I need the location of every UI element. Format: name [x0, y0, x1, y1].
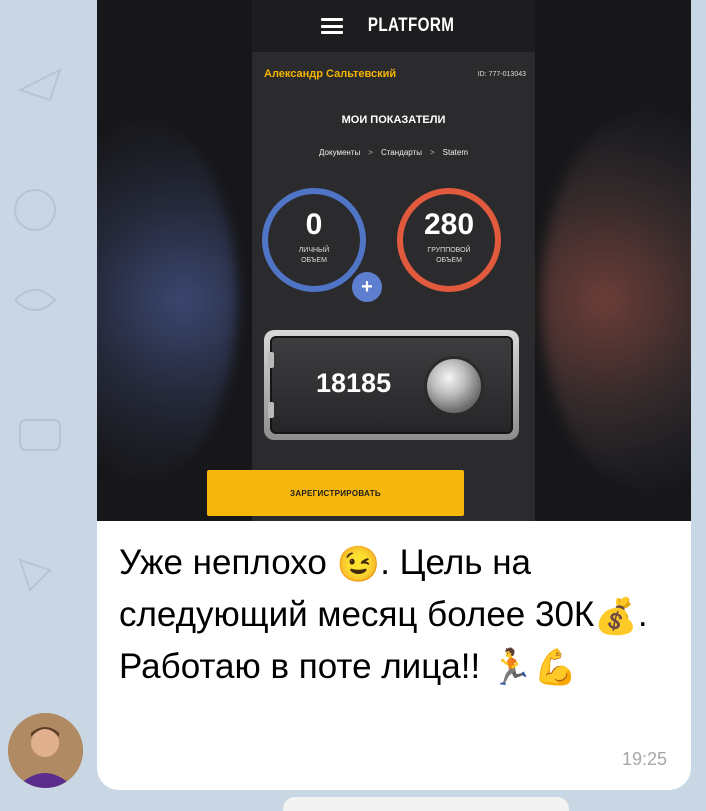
user-id: ID: 777-013043 [477, 70, 526, 78]
plus-icon: + [348, 268, 386, 306]
safe-door: 18185 [268, 336, 513, 434]
chevron-right-icon: > [368, 148, 373, 157]
group-volume-label-2: ОБЪЕМ [436, 257, 462, 264]
photo-blur-left [97, 120, 237, 480]
personal-volume-label-2: ОБЪЕМ [301, 257, 327, 264]
next-message-edge [283, 797, 569, 811]
group-volume-value: 280 [423, 208, 475, 241]
safe-hinge-bottom [268, 402, 274, 418]
photo-blur-right [541, 110, 691, 490]
avatar[interactable] [8, 713, 83, 788]
message-bubble: PLATFORM Александр Сальтевский ID: 777-0… [97, 0, 691, 790]
personal-volume-label-1: ЛИЧНЫЙ [298, 247, 330, 254]
money-bag-icon: 💰 [594, 596, 638, 636]
safe-widget: 18185 [264, 330, 519, 440]
group-volume-circle: 280 ГРУППОВОЙ ОБЪЕМ [397, 188, 501, 292]
flexed-biceps-icon: 💪 [533, 648, 578, 688]
message-timestamp: 19:25 [621, 749, 667, 769]
breadcrumb: Документы > Стандарты > Statem [252, 148, 535, 157]
tab-statements: Statem [442, 148, 468, 157]
phone-screenshot: PLATFORM Александр Сальтевский ID: 777-0… [252, 0, 535, 521]
section-title: МОИ ПОКАЗАТЕЛИ [341, 114, 446, 126]
app-topbar: PLATFORM [252, 0, 535, 52]
avatar-portrait [8, 713, 83, 788]
user-row: Александр Сальтевский ID: 777-013043 [264, 68, 526, 80]
group-volume-label-1: ГРУППОВОЙ [427, 247, 471, 254]
safe-hinge-top [268, 352, 274, 368]
message-text: Уже неплохо 😉. Цель на следующий месяц б… [119, 538, 679, 693]
user-name: Александр Сальтевский [264, 68, 397, 80]
tab-documents: Документы [319, 148, 361, 157]
vault-dial-icon [424, 356, 484, 416]
attached-photo[interactable]: PLATFORM Александр Сальтевский ID: 777-0… [97, 0, 691, 521]
chevron-right-icon: > [429, 148, 435, 157]
register-button: ЗАРЕГИСТРИРОВАТЬ [207, 470, 464, 516]
hamburger-icon [321, 18, 344, 34]
running-person-icon: 🏃 [489, 648, 534, 688]
message-text-part-1: Уже неплохо [119, 543, 337, 582]
personal-volume-value: 0 [305, 208, 323, 241]
tab-standards: Стандарты [380, 148, 422, 157]
winking-face-icon: 😉 [336, 544, 381, 584]
safe-value: 18185 [316, 368, 392, 398]
app-brand: PLATFORM [368, 15, 455, 36]
